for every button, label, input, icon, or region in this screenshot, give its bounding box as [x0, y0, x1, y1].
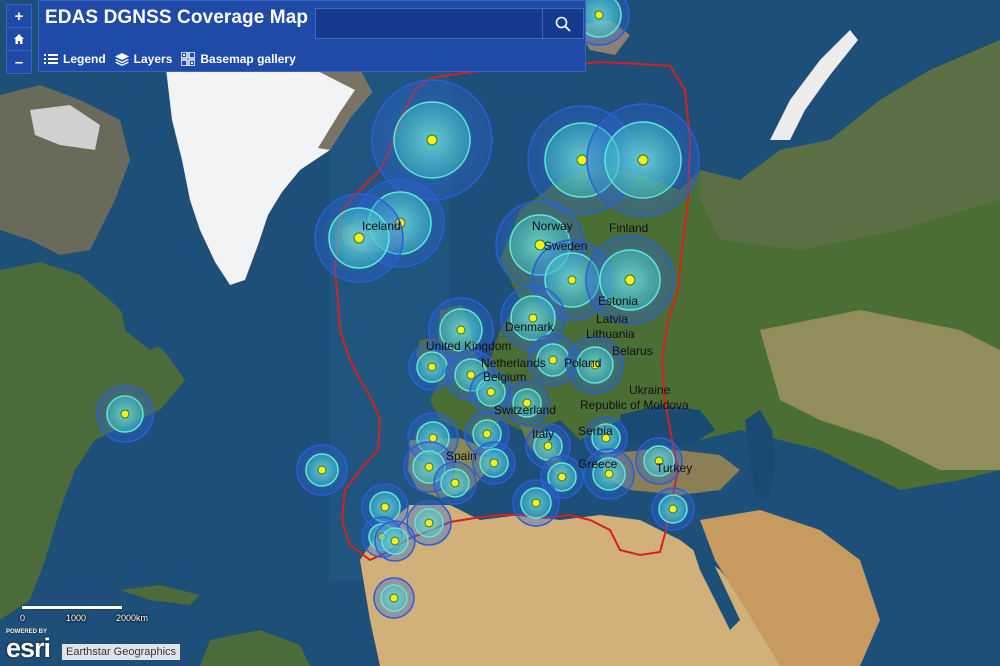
- label-belarus: Belarus: [612, 344, 653, 358]
- label-united-kingdom: United Kingdom: [426, 339, 511, 353]
- label-sweden: Sweden: [544, 239, 587, 253]
- station-point[interactable]: [317, 465, 327, 475]
- station-coverage[interactable]: [314, 193, 404, 283]
- label-estonia: Estonia: [598, 294, 638, 308]
- station-point[interactable]: [557, 472, 567, 482]
- app-header: EDAS DGNSS Coverage Map Legend Layers Ba…: [38, 0, 586, 72]
- basemap-gallery-label: Basemap gallery: [200, 52, 296, 66]
- label-italy: Italy: [532, 427, 554, 441]
- search-input[interactable]: [315, 8, 543, 39]
- label-lithuania: Lithuania: [586, 327, 635, 341]
- station-point[interactable]: [548, 355, 558, 365]
- station-coverage[interactable]: [374, 520, 416, 562]
- scale-bar: 0 1000 2000km: [20, 604, 156, 626]
- station-point[interactable]: [428, 433, 438, 443]
- station-point[interactable]: [426, 134, 438, 146]
- coverage-map[interactable]: Iceland Norway Finland Sweden Estonia De…: [0, 0, 1000, 666]
- scale-tick-0: 0: [20, 613, 26, 623]
- station-point[interactable]: [668, 504, 678, 514]
- esri-logo[interactable]: POWERED BY esri: [6, 629, 66, 663]
- label-serbia: Serbia: [578, 424, 613, 438]
- station-point[interactable]: [604, 469, 614, 479]
- header-toolbar: Legend Layers Basemap gallery: [39, 45, 300, 73]
- station-point[interactable]: [353, 232, 365, 244]
- zoom-out-button[interactable]: –: [7, 51, 31, 73]
- station-coverage[interactable]: [586, 103, 700, 217]
- label-belgium: Belgium: [483, 370, 526, 384]
- legend-label: Legend: [63, 52, 106, 66]
- station-point[interactable]: [380, 502, 390, 512]
- label-poland: Poland: [564, 356, 601, 370]
- esri-wordmark: esri: [6, 633, 51, 663]
- station-coverage[interactable]: [585, 235, 675, 325]
- search-button[interactable]: [542, 8, 584, 39]
- label-turkey: Turkey: [656, 461, 692, 475]
- station-point[interactable]: [389, 593, 399, 603]
- label-iceland: Iceland: [362, 219, 401, 233]
- map-attribution[interactable]: Earthstar Geographics: [62, 644, 181, 660]
- label-norway: Norway: [532, 219, 573, 233]
- station-point[interactable]: [531, 498, 541, 508]
- station-point[interactable]: [450, 478, 460, 488]
- label-spain: Spain: [446, 449, 477, 463]
- label-ukraine: Ukraine: [629, 383, 671, 397]
- scale-line: [22, 606, 122, 609]
- zoom-controls: + –: [6, 4, 32, 74]
- station-coverage[interactable]: [296, 444, 348, 496]
- station-point[interactable]: [390, 536, 400, 546]
- station-point[interactable]: [466, 370, 476, 380]
- list-icon: [44, 54, 58, 64]
- layers-label: Layers: [133, 52, 173, 66]
- station-coverage[interactable]: [433, 461, 477, 505]
- station-point[interactable]: [424, 462, 434, 472]
- station-point[interactable]: [120, 409, 130, 419]
- scale-tick-2000: 2000km: [116, 613, 149, 623]
- home-icon: [14, 34, 24, 44]
- station-point[interactable]: [424, 518, 434, 528]
- zoom-in-button[interactable]: +: [7, 5, 31, 28]
- station-point[interactable]: [486, 387, 496, 397]
- layers-button[interactable]: Layers: [114, 52, 173, 66]
- station-point[interactable]: [637, 154, 649, 166]
- label-greece: Greece: [578, 457, 618, 471]
- layers-icon: [114, 52, 129, 66]
- search-icon: [555, 16, 571, 32]
- label-moldova: Republic of Moldova: [580, 398, 689, 412]
- home-button[interactable]: [7, 28, 31, 51]
- basemap-gallery-button[interactable]: Basemap gallery: [181, 52, 296, 66]
- station-point[interactable]: [624, 274, 636, 286]
- label-switzerland: Switzerland: [494, 403, 556, 417]
- label-finland: Finland: [609, 221, 648, 235]
- station-point[interactable]: [427, 362, 437, 372]
- station-point[interactable]: [594, 10, 604, 20]
- app-title: EDAS DGNSS Coverage Map: [45, 7, 309, 28]
- basemap-gallery-icon: [181, 52, 196, 66]
- label-netherlands: Netherlands: [481, 356, 546, 370]
- station-point[interactable]: [489, 458, 499, 468]
- station-coverage[interactable]: [373, 577, 415, 619]
- station-coverage[interactable]: [512, 479, 560, 527]
- station-point[interactable]: [576, 154, 588, 166]
- station-coverage[interactable]: [96, 385, 154, 443]
- station-point[interactable]: [482, 429, 492, 439]
- station-coverage[interactable]: [472, 441, 516, 485]
- label-denmark: Denmark: [505, 320, 555, 334]
- legend-button[interactable]: Legend: [44, 52, 106, 66]
- label-latvia: Latvia: [596, 312, 628, 326]
- station-point[interactable]: [567, 275, 577, 285]
- station-point[interactable]: [456, 325, 466, 335]
- scale-tick-1000: 1000: [66, 613, 87, 623]
- station-point[interactable]: [543, 441, 553, 451]
- station-coverage[interactable]: [651, 487, 695, 531]
